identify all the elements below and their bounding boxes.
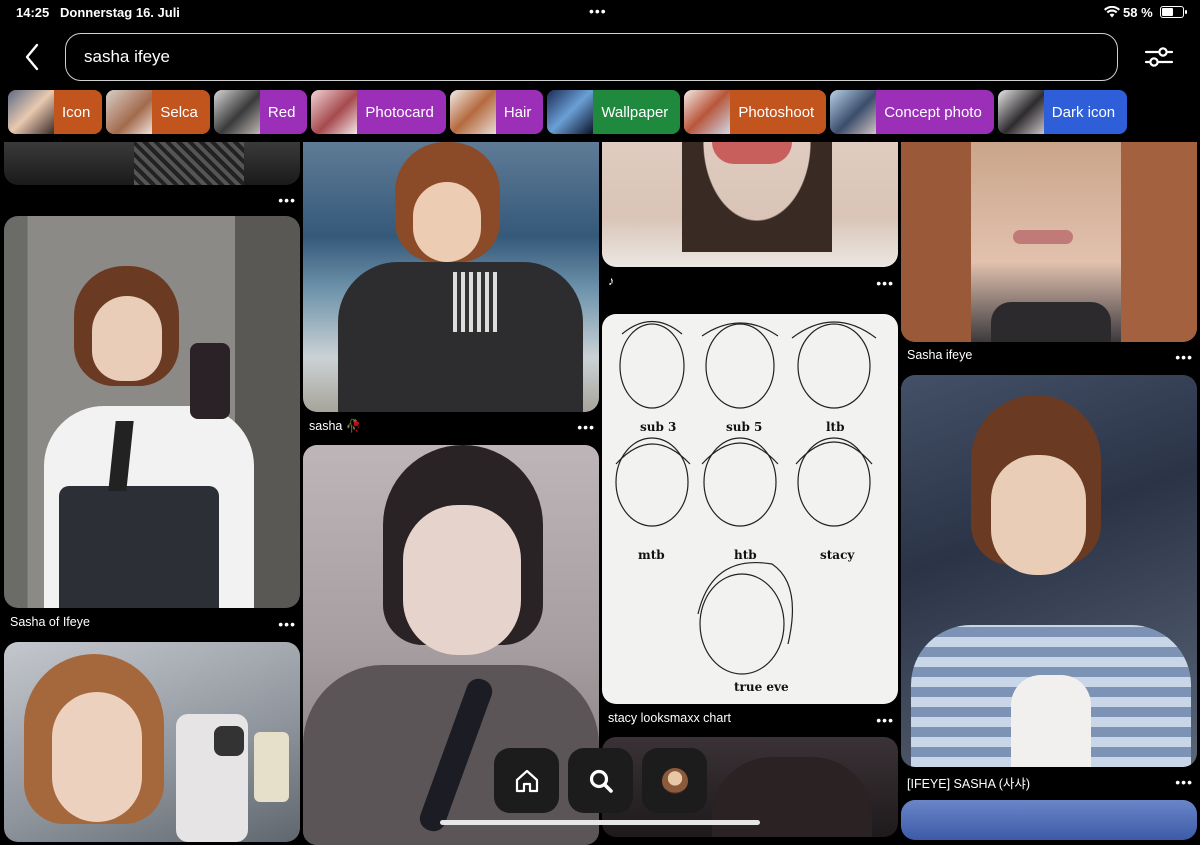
pin-image[interactable]: sub 3 sub 5 ltb mtb htb stacy true eve bbox=[602, 314, 898, 704]
status-date: Donnerstag 16. Juli bbox=[60, 5, 180, 20]
chart-label: sub 3 bbox=[640, 420, 677, 434]
chip-red[interactable]: Red bbox=[213, 90, 308, 134]
profile-button[interactable] bbox=[642, 748, 707, 813]
chip-thumbnail bbox=[547, 90, 594, 134]
chip-wallpaper[interactable]: Wallpaper bbox=[547, 90, 681, 134]
avatar bbox=[661, 767, 688, 794]
wifi-icon bbox=[1104, 6, 1120, 18]
chip-thumbnail bbox=[8, 90, 54, 134]
pin-caption: Sasha of Ifeye bbox=[10, 615, 90, 629]
pin-caption: ♪ bbox=[608, 274, 615, 288]
chip-thumbnail bbox=[997, 90, 1044, 134]
search-bar[interactable] bbox=[65, 33, 1118, 81]
bottom-navigation bbox=[494, 748, 707, 813]
face-chart-drawing bbox=[615, 321, 877, 675]
search-button[interactable] bbox=[568, 748, 633, 813]
more-options-button[interactable]: ••• bbox=[1175, 775, 1193, 789]
chip-label: Hair bbox=[503, 103, 532, 121]
more-options-button[interactable]: ••• bbox=[278, 193, 296, 207]
chart-label: sub 5 bbox=[726, 420, 763, 434]
chip-thumbnail bbox=[684, 90, 731, 134]
back-button[interactable] bbox=[18, 40, 46, 74]
multitasking-dots[interactable]: ••• bbox=[589, 3, 607, 19]
pin-caption: [IFEYE] SASHA (사샤) bbox=[907, 777, 1031, 791]
home-indicator[interactable] bbox=[440, 820, 760, 825]
pin-image[interactable] bbox=[4, 216, 300, 608]
battery-icon bbox=[1160, 6, 1187, 18]
chart-label: htb bbox=[734, 548, 757, 562]
pin-image[interactable] bbox=[901, 375, 1197, 767]
chip-label: Selca bbox=[160, 103, 198, 121]
chip-label: Photocard bbox=[365, 103, 434, 121]
pin-caption: Sasha ifeye bbox=[907, 348, 973, 362]
chip-label: Icon bbox=[62, 103, 91, 121]
pin-image[interactable] bbox=[901, 800, 1197, 840]
chip-label: Photoshoot bbox=[738, 103, 815, 121]
chip-label: Dark icon bbox=[1051, 103, 1116, 121]
chip-label: Red bbox=[267, 103, 296, 121]
chart-label: mtb bbox=[638, 548, 665, 562]
more-options-button[interactable]: ••• bbox=[876, 276, 894, 290]
more-options-button[interactable]: ••• bbox=[278, 617, 296, 631]
chip-thumbnail bbox=[311, 90, 358, 134]
search-input[interactable] bbox=[82, 46, 1117, 68]
chart-label: stacy bbox=[820, 548, 855, 562]
chip-label: Wallpaper bbox=[601, 103, 669, 121]
more-options-button[interactable]: ••• bbox=[577, 420, 595, 434]
pin-image[interactable] bbox=[901, 142, 1197, 342]
status-time: 14:25 bbox=[16, 5, 50, 20]
pin-caption: stacy looksmaxx chart bbox=[608, 711, 731, 725]
pin-image[interactable] bbox=[602, 142, 898, 267]
chip-thumbnail bbox=[106, 90, 153, 134]
home-icon bbox=[515, 769, 538, 792]
status-bar: 14:25 Donnerstag 16. Juli ••• 58 % bbox=[0, 0, 1200, 26]
chip-concept-photo[interactable]: Concept photo bbox=[830, 90, 994, 134]
chip-hair[interactable]: Hair bbox=[449, 90, 544, 134]
more-options-button[interactable]: ••• bbox=[876, 713, 894, 727]
suggestion-chips: Icon Selca Red Photocard Hair Wallpaper Photos… bbox=[8, 90, 1128, 134]
chip-label: Concept photo bbox=[884, 103, 982, 121]
pin-image[interactable] bbox=[4, 142, 300, 185]
chevron-left-icon bbox=[25, 43, 39, 71]
filter-sliders-icon bbox=[1144, 47, 1174, 67]
pin-image[interactable] bbox=[4, 642, 300, 842]
filter-button[interactable] bbox=[1142, 42, 1176, 72]
pin-caption: sasha 🥀 bbox=[309, 419, 362, 433]
search-icon bbox=[589, 769, 613, 793]
chip-dark-icon[interactable]: Dark icon bbox=[997, 90, 1128, 134]
chip-selca[interactable]: Selca bbox=[106, 90, 210, 134]
pin-image[interactable] bbox=[303, 142, 599, 412]
more-options-button[interactable]: ••• bbox=[1175, 350, 1193, 364]
battery-percent: 58 % bbox=[1123, 5, 1153, 20]
home-button[interactable] bbox=[494, 748, 559, 813]
chart-label: ltb bbox=[826, 420, 845, 434]
chip-photocard[interactable]: Photocard bbox=[311, 90, 446, 134]
chip-thumbnail bbox=[213, 90, 260, 134]
chart-label: true eve bbox=[734, 680, 789, 694]
chip-thumbnail bbox=[449, 90, 496, 134]
chip-thumbnail bbox=[830, 90, 877, 134]
chip-icon[interactable]: Icon bbox=[8, 90, 103, 134]
chip-photoshoot[interactable]: Photoshoot bbox=[684, 90, 827, 134]
